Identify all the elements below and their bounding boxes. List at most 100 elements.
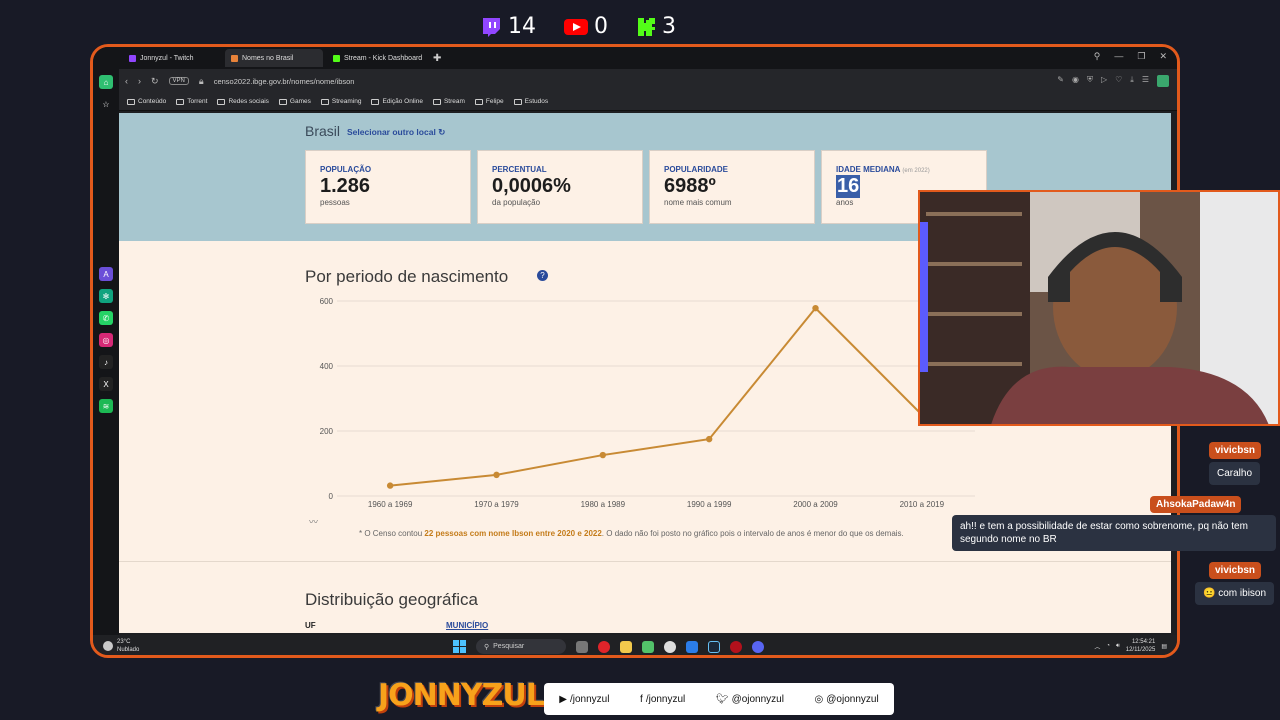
card-value: 0,0006% [492,175,571,197]
star-icon[interactable]: ☆ [99,97,113,111]
app-green-icon[interactable] [642,640,654,653]
bookmark-folder[interactable]: Conteúdo [127,98,166,105]
streamer-logo: JONNYZUL [378,678,545,713]
explorer-icon[interactable] [620,640,632,653]
instagram-icon: ◎ [814,693,824,705]
extension-icon[interactable] [1157,75,1169,87]
camera-icon[interactable]: ◉ [1072,75,1079,87]
wifi-icon[interactable]: ◔ [1106,643,1110,649]
tab-kick[interactable]: Stream - Kick Dashboard [327,49,425,67]
instagram-icon[interactable]: ◎ [99,333,113,347]
chevron-up-icon[interactable]: ︿ [1094,642,1100,651]
y-tick-label: 600 [320,297,334,306]
help-icon[interactable]: ? [537,270,548,281]
vpn-badge[interactable]: VPN [168,77,189,85]
data-point [599,451,607,459]
bookmark-folder[interactable]: Felipe [474,98,504,105]
steam-icon[interactable] [708,640,720,653]
reload-icon[interactable]: ↻ [151,76,159,87]
windows-start-icon[interactable] [453,640,466,653]
x-tick-label: 1980 a 1989 [581,500,626,509]
twitch-stat: 14 [480,14,536,39]
column-municipio[interactable]: MUNICÍPIO [446,621,488,630]
y-tick-label: 0 [329,492,334,501]
spotify-icon[interactable]: ≋ [99,399,113,413]
opera-gx-icon[interactable] [730,640,742,653]
tiktok-icon[interactable]: ♪ [99,355,113,369]
tab-bar: Jonnyzul - Twitch Nomes no Brasil Stream… [93,47,1177,69]
chart-footnote: * O Censo contou 22 pessoas com nome Ibs… [359,529,904,538]
opera-icon[interactable] [598,640,610,653]
refresh-icon: ↻ [438,127,446,137]
bookmark-folder[interactable]: Redes sociais [217,98,269,105]
card-value: 6988º [664,175,716,197]
discord-icon[interactable] [752,640,764,653]
back-icon[interactable]: ‹ [125,76,128,86]
youtube-stat: 0 [564,14,608,39]
heart-icon[interactable]: ♡ [1115,75,1122,87]
social-instagram: ◎ @ojonnyzul [814,693,879,705]
clock[interactable]: 12:54:21 12/11/2025 [1126,638,1156,654]
bookmark-folder[interactable]: Stream [432,98,465,105]
forward-icon[interactable]: › [138,76,141,86]
url-field[interactable]: censo2022.ibge.gov.br/nomes/nome/ibson [214,77,355,86]
aria-icon[interactable]: A [99,267,113,281]
address-bar: ‹ › ↻ VPN 🔒︎ censo2022.ibge.gov.br/nomes… [93,69,1177,93]
close-icon[interactable]: ✕ [1159,51,1167,62]
lock-icon: 🔒︎ [198,75,204,86]
bookmark-folder[interactable]: Edição Online [371,98,423,105]
taskbar-search[interactable]: ⚲ Pesquisar [476,639,566,654]
x-icon[interactable]: X [99,377,113,391]
volume-icon[interactable]: 🔊︎ [1116,643,1120,650]
select-location-link[interactable]: Selecionar outro local ↻ [347,127,445,138]
toolbar-icons: ✎ ◉ ⛨ ▷ ♡ ⤓ ☰ [1057,75,1169,87]
task-view-icon[interactable] [576,640,588,653]
play-icon[interactable]: ▷ [1101,75,1107,87]
kick-count: 3 [662,14,676,39]
tab-twitch[interactable]: Jonnyzul - Twitch [123,49,221,67]
bookmark-folder[interactable]: Streaming [320,98,361,105]
bookmark-folder[interactable]: Estudos [513,98,548,105]
notification-icon[interactable]: ▤ [1161,643,1167,650]
maximize-icon[interactable]: ❐ [1137,51,1145,62]
folder-icon [371,98,380,105]
shield-icon[interactable]: ⛨ [1087,75,1093,87]
whatsapp-icon[interactable]: ✆ [99,311,113,325]
home-icon[interactable]: ⌂ [99,75,113,89]
card-percentual: PERCENTUAL 0,0006% da população [477,150,643,224]
search-icon[interactable]: ⚲ [1094,51,1101,62]
column-uf[interactable]: UF [305,621,316,630]
new-tab-icon[interactable]: ✚ [433,53,441,64]
kick-stat: 3 [636,14,676,39]
card-label: PERCENTUAL [492,165,547,174]
twitch-favicon-icon [129,54,136,62]
social-links: ▶/jonnyzul f/jonnyzul 🐦︎ @ojonnyzul ◎ @ojo… [544,683,894,715]
birth-period-chart: 0 200 400 600 1960 a 1969 1970 a 1979 1980 a 1… [320,297,975,509]
edit-icon[interactable]: ✎ [1057,75,1064,87]
divider [119,561,1171,562]
bookmark-folder[interactable]: Games [278,98,311,105]
series-line [390,306,923,487]
chat-message: ah!! e tem a possibilidade de estar como… [952,515,1276,551]
taskbar: 23°C Nublado ⚲ Pesquisar ︿ ◔ 🔊︎ 12:54:21 12… [93,635,1177,655]
tab-nomes[interactable]: Nomes no Brasil [225,49,323,67]
social-twitter: 🐦︎ @ojonnyzul [715,693,784,705]
viewer-stats: 14 0 3 [480,14,676,39]
x-tick-label: 1990 a 1999 [687,500,732,509]
x-tick-label: 1970 a 1979 [474,500,519,509]
y-tick-label: 400 [320,362,334,371]
webcam-feed [918,190,1280,426]
chrome-icon[interactable] [664,640,676,653]
card-sub: da população [492,198,541,207]
social-facebook: f/jonnyzul [640,693,686,705]
minimize-icon[interactable]: — [1114,51,1123,62]
download-icon[interactable]: ⤓ [1130,75,1134,87]
weather-widget[interactable]: 23°C Nublado [103,638,139,654]
kick-icon [638,17,655,36]
chatgpt-icon[interactable]: ✻ [99,289,113,303]
youtube-icon: ▶ [559,693,567,705]
menu-icon[interactable]: ☰ [1142,75,1149,87]
bookmark-folder[interactable]: Torrent [176,98,207,105]
card-popularidade: POPULARIDADE 6988º nome mais comum [649,150,815,224]
app-blue-icon[interactable] [686,640,698,653]
